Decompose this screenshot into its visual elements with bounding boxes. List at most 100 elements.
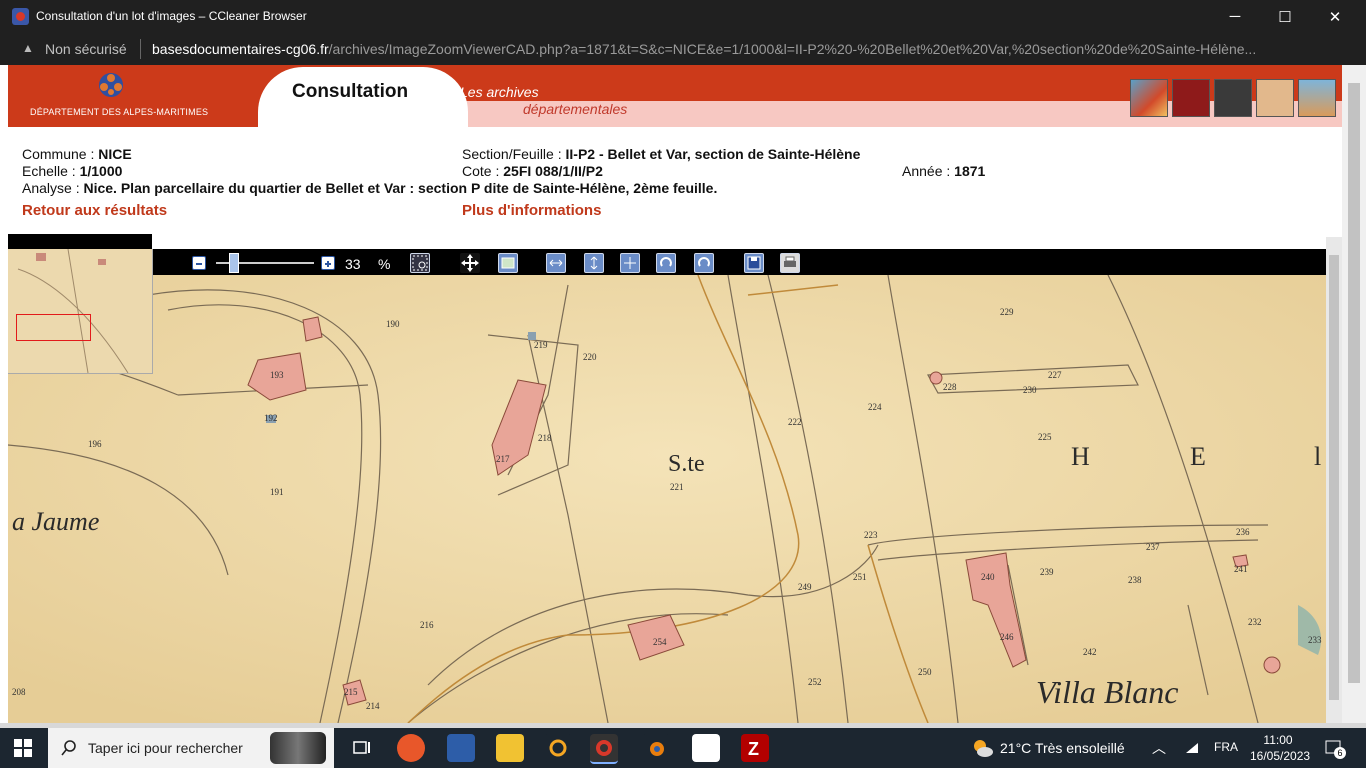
page-title: Consultation xyxy=(292,81,409,102)
floppy-disk-icon xyxy=(747,256,761,270)
cote-label: Cote : xyxy=(462,163,500,179)
annee-label: Année : xyxy=(902,163,951,179)
minus-icon xyxy=(196,263,202,265)
archives-title-line2: départementales xyxy=(523,101,628,117)
zoom-out-button[interactable] xyxy=(192,256,206,270)
place-name-e: E xyxy=(1190,442,1206,471)
filezilla-icon[interactable]: Z xyxy=(741,734,769,762)
parcel-number: 242 xyxy=(1083,647,1097,657)
commune-label: Commune : xyxy=(22,146,95,162)
wifi-icon[interactable] xyxy=(1184,741,1200,755)
image-view-button[interactable] xyxy=(498,253,518,273)
keyboard-language[interactable]: FRA xyxy=(1214,740,1238,754)
app-icon-control-panel[interactable] xyxy=(447,734,475,762)
taskbar-search[interactable]: Taper ici pour rechercher xyxy=(48,728,334,768)
place-name-h: H xyxy=(1071,442,1090,471)
fit-width-button[interactable] xyxy=(546,253,566,273)
url-field[interactable]: basesdocumentaires-cg06.fr/archives/Imag… xyxy=(152,41,1347,57)
viewer-scrollbar-thumb[interactable] xyxy=(1329,255,1339,700)
echelle-label: Echelle : xyxy=(22,163,76,179)
parcel-number: 224 xyxy=(868,402,882,412)
parcel-number: 191 xyxy=(270,487,284,497)
parcel-number: 238 xyxy=(1128,575,1142,585)
parcel-number: 251 xyxy=(853,572,867,582)
viewer-scrollbar[interactable] xyxy=(1326,237,1342,723)
minimize-button[interactable]: ─ xyxy=(1212,0,1258,33)
ccleaner-browser-taskbar-icon[interactable] xyxy=(590,734,618,764)
sun-cloud-icon xyxy=(974,740,993,757)
archives-title-line1: Les archives xyxy=(460,84,539,100)
place-name-jaume: a Jaume xyxy=(12,507,99,536)
rotate-left-button[interactable] xyxy=(656,253,676,273)
page-scrollbar[interactable] xyxy=(1342,65,1366,723)
windows-start-icon[interactable] xyxy=(14,739,32,757)
back-to-results-link[interactable]: Retour aux résultats xyxy=(22,202,167,219)
task-view-icon[interactable] xyxy=(348,734,376,762)
fit-page-icon xyxy=(624,257,636,269)
url-path: /archives/ImageZoomViewerCAD.php?a=1871&… xyxy=(328,41,1257,57)
temperature: 21°C xyxy=(1000,740,1032,756)
system-clock[interactable]: 11:00 16/05/2023 xyxy=(1250,732,1310,764)
security-status[interactable]: Non sécurisé xyxy=(45,41,127,57)
close-button[interactable]: ✕ xyxy=(1312,0,1358,33)
maximize-button[interactable]: ☐ xyxy=(1262,0,1308,33)
filezilla-glyph: Z xyxy=(748,739,759,759)
viewer-header-strip xyxy=(8,234,152,249)
annee-row: Année : 1871 xyxy=(902,163,985,179)
parcel-number: 217 xyxy=(496,454,510,464)
fit-height-button[interactable] xyxy=(584,253,604,273)
parcel-number: 233 xyxy=(1308,635,1322,645)
place-name-ste: S.te xyxy=(668,451,705,477)
parcel-number: 196 xyxy=(88,439,102,449)
zoom-selection-button[interactable] xyxy=(410,253,430,273)
thumbnail-image xyxy=(1256,79,1294,117)
parcel-number: 220 xyxy=(583,352,597,362)
thumbnail-image xyxy=(1298,79,1336,117)
notepad-icon[interactable] xyxy=(692,734,720,762)
parcel-number: 223 xyxy=(864,530,878,540)
zoom-slider-thumb[interactable] xyxy=(229,253,239,273)
page-scrollbar-thumb[interactable] xyxy=(1348,83,1360,683)
move-icon xyxy=(461,254,479,272)
save-button[interactable] xyxy=(744,253,764,273)
weather-widget[interactable]: 21°C Très ensoleillé xyxy=(1000,740,1125,756)
print-button[interactable] xyxy=(780,253,800,273)
thumbnail-image xyxy=(1172,79,1210,117)
fit-page-button[interactable] xyxy=(620,253,640,273)
zoom-unit: % xyxy=(378,256,391,272)
more-info-link[interactable]: Plus d'informations xyxy=(462,202,601,219)
svg-text:Z: Z xyxy=(748,739,759,759)
parcel-number: 239 xyxy=(1040,567,1054,577)
fit-height-icon xyxy=(590,256,598,270)
app-icon-avast[interactable] xyxy=(397,734,425,762)
annee-value: 1871 xyxy=(954,163,986,179)
parcel-number: 230 xyxy=(1023,385,1037,395)
parcel-number: 193 xyxy=(270,370,284,380)
pan-button[interactable] xyxy=(460,253,480,273)
analyse-label: Analyse : xyxy=(22,180,80,196)
parcel-number: 252 xyxy=(808,677,822,687)
address-bar[interactable]: ▲ Non sécurisé basesdocumentaires-cg06.f… xyxy=(0,33,1366,65)
blender-icon[interactable] xyxy=(642,734,670,762)
blender-glyph xyxy=(650,742,664,756)
parcel-number: 208 xyxy=(12,687,26,697)
search-placeholder: Taper ici pour rechercher xyxy=(88,740,243,756)
cadastral-map-image[interactable]: 190 193 192 196 191 219 220 217 218 221 … xyxy=(8,275,1326,723)
viewer-toolbar: 33 % xyxy=(8,249,1326,275)
overview-viewport-rect[interactable] xyxy=(16,314,91,341)
section-value: II-P2 - Bellet et Var, section de Sainte… xyxy=(565,146,861,162)
notification-center-icon[interactable]: 6 xyxy=(1324,738,1346,759)
chevron-up-icon[interactable]: ︿ xyxy=(1152,738,1166,758)
notification-count: 6 xyxy=(1334,747,1346,759)
parcel-number: 254 xyxy=(653,637,667,647)
rotate-right-button[interactable] xyxy=(694,253,714,273)
file-explorer-icon[interactable] xyxy=(496,734,524,762)
windows-taskbar: Taper ici pour rechercher Z 21°C Très en… xyxy=(0,728,1366,768)
app-icon-settings[interactable] xyxy=(544,734,572,762)
department-logo-icon xyxy=(99,73,123,97)
department-name: DÉPARTEMENT DES ALPES-MARITIMES xyxy=(30,107,209,117)
warning-icon: ▲ xyxy=(22,41,34,55)
divider xyxy=(140,39,141,59)
zoom-in-button[interactable] xyxy=(321,256,335,270)
overview-navigator[interactable] xyxy=(8,248,153,374)
